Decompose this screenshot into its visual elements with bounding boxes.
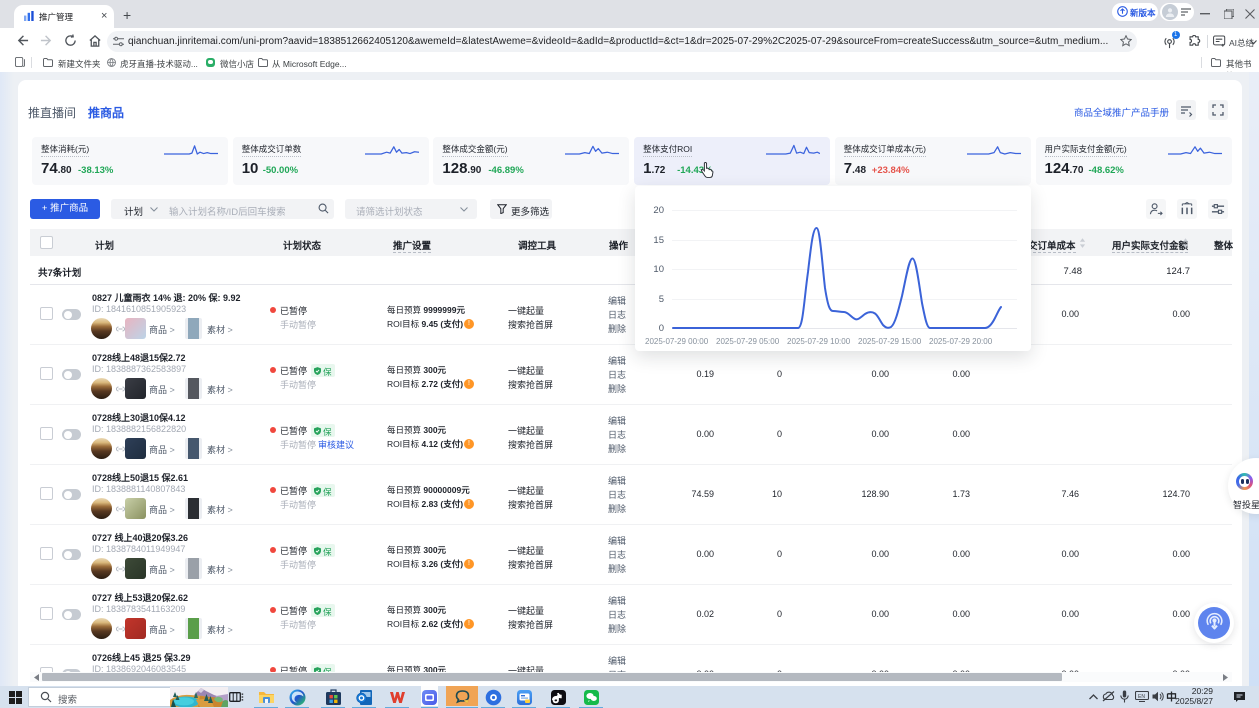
svg-text:EN: EN <box>1138 694 1145 700</box>
